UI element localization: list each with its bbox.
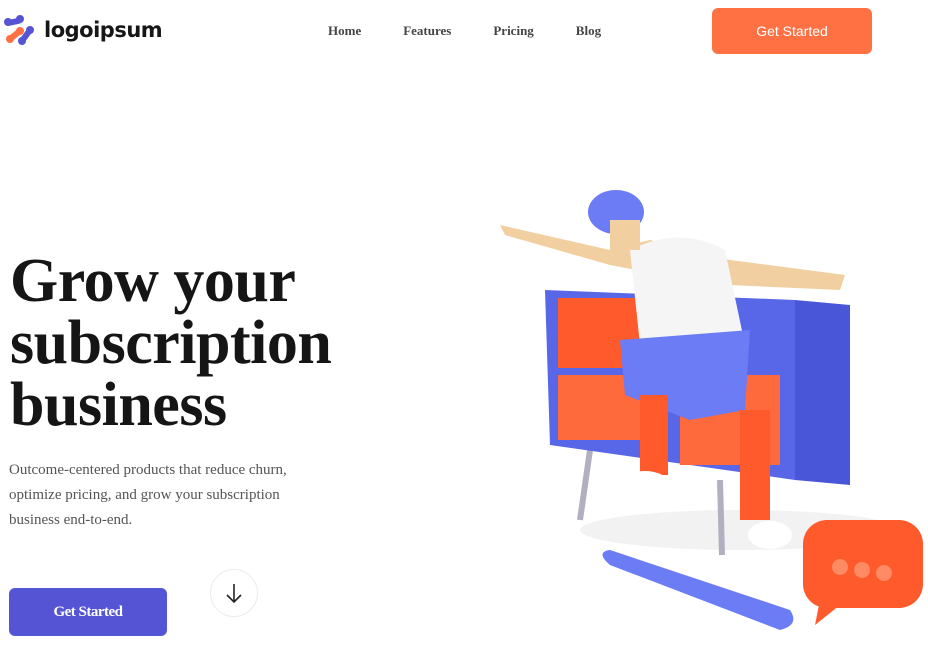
- nav-features[interactable]: Features: [403, 23, 451, 39]
- nav-blog[interactable]: Blog: [576, 23, 601, 39]
- hero-illustration: [500, 190, 923, 630]
- hero-get-started-button[interactable]: Get Started: [9, 588, 167, 636]
- scroll-down-button[interactable]: [210, 569, 258, 617]
- main-nav: Home Features Pricing Blog: [328, 23, 643, 39]
- hero-subtitle: Outcome-centered products that reduce ch…: [9, 462, 287, 528]
- hero-title: Grow your subscription business: [10, 247, 332, 439]
- arrow-down-icon: [226, 584, 242, 604]
- logo-text: logoipsum: [44, 18, 163, 42]
- logo-icon: [4, 15, 34, 45]
- nav-pricing[interactable]: Pricing: [493, 23, 533, 39]
- header-get-started-button[interactable]: Get Started: [712, 8, 872, 54]
- nav-home[interactable]: Home: [328, 23, 361, 39]
- logo[interactable]: logoipsum: [2, 14, 163, 46]
